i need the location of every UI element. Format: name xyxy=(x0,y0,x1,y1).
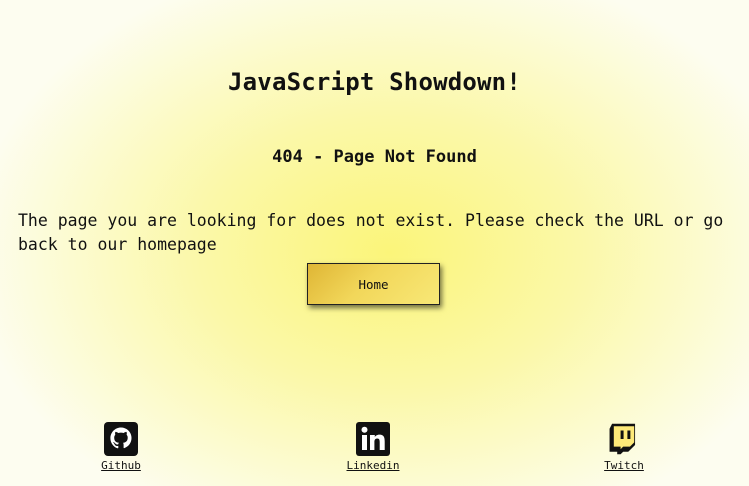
error-message: The page you are looking for does not ex… xyxy=(18,211,724,254)
footer-link-github[interactable]: Github xyxy=(101,421,141,472)
footer-link-label: Github xyxy=(101,459,141,472)
footer-link-twitch[interactable]: Twitch xyxy=(603,421,645,472)
footer-link-label: Linkedin xyxy=(346,459,400,472)
twitch-icon xyxy=(609,423,636,455)
page-title: JavaScript Showdown! xyxy=(228,68,521,96)
footer-link-label: Twitch xyxy=(604,459,644,472)
home-button[interactable]: Home xyxy=(307,263,440,305)
github-icon xyxy=(104,422,138,456)
linkedin-icon xyxy=(356,422,390,456)
error-heading: 404 - Page Not Found xyxy=(272,147,477,167)
footer-link-linkedin[interactable]: Linkedin xyxy=(345,421,401,472)
